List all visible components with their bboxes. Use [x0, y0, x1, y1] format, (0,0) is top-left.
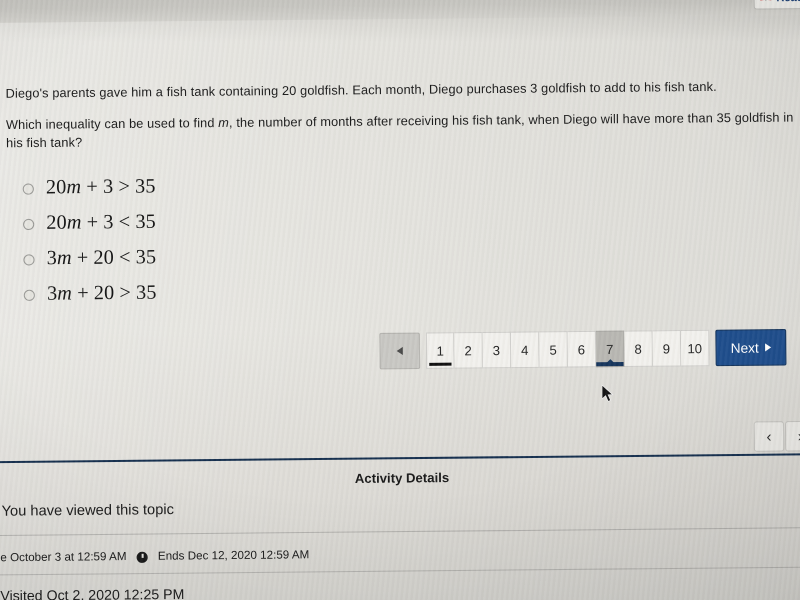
pagination-page-8[interactable]: 8: [624, 330, 653, 368]
top-edge-band: [0, 0, 800, 24]
answer-choice-d[interactable]: 3m + 20 > 35: [23, 273, 449, 312]
answer-choice-c[interactable]: 3m + 20 < 35: [23, 237, 448, 276]
pagination-numbers: 1 2 3 4 5 6 7 8 9 10: [425, 329, 710, 369]
question-paragraph-1: Diego's parents gave him a fish tank con…: [5, 79, 717, 101]
pagination-page-9-label: 9: [662, 340, 671, 357]
pagination-page-2[interactable]: 2: [454, 331, 483, 369]
pagination-page-9[interactable]: 9: [652, 330, 682, 367]
question-block: Diego's parents gave him a fish tank con…: [6, 78, 798, 153]
pagination-page-7-active[interactable]: 7: [595, 330, 625, 368]
reading-button[interactable]: 📖 Readi: [753, 0, 800, 10]
active-page-caret-icon: [605, 359, 614, 364]
pagination-page-10-label: 10: [687, 340, 703, 356]
visited-date-text: Visited Oct 2, 2020 12:25 PM: [0, 585, 185, 600]
answer-choice-b-text: 20m + 3 < 35: [46, 210, 156, 234]
viewed-status-text: You have viewed this topic: [1, 501, 175, 520]
answer-choice-c-text: 3m + 20 < 35: [46, 246, 157, 270]
answer-choice-a-text: 20m + 3 > 35: [45, 175, 156, 199]
radio-button-c[interactable]: [23, 253, 35, 266]
pagination-page-5[interactable]: 5: [539, 331, 568, 368]
radio-button-b[interactable]: [23, 218, 35, 230]
mouse-pointer-icon: [602, 385, 614, 402]
photographed-screen: 📖 Readi Diego's parents gave him a fish …: [0, 0, 800, 600]
pagination: 1 2 3 4 5 6 7 8 9 10 Next: [379, 329, 787, 370]
pagination-page-5-label: 5: [549, 341, 557, 358]
pagination-page-3-label: 3: [492, 342, 501, 358]
pagination-page-7-label: 7: [606, 341, 614, 357]
pagination-page-4[interactable]: 4: [510, 331, 540, 369]
pagination-page-6[interactable]: 6: [567, 330, 597, 368]
triangle-right-icon: [764, 343, 771, 352]
pagination-page-1-label: 1: [436, 342, 444, 359]
pagination-page-2-label: 2: [464, 342, 472, 358]
answer-choice-b[interactable]: 20m + 3 < 35: [23, 202, 448, 241]
question-variable: m: [218, 115, 230, 131]
radio-button-a[interactable]: [22, 182, 34, 195]
pagination-page-4-label: 4: [521, 342, 529, 358]
ends-date-text: Ends Dec 12, 2020 12:59 AM: [157, 549, 310, 563]
triangle-left-icon: [396, 346, 403, 356]
side-nav-next-button[interactable]: ›: [785, 420, 800, 452]
section-divider: [0, 453, 800, 464]
side-navigation: ‹ ›: [753, 420, 800, 452]
side-nav-previous-button[interactable]: ‹: [753, 421, 785, 452]
next-button[interactable]: Next: [715, 329, 787, 367]
due-date-text: ue October 3 at 12:59 AM: [0, 550, 127, 565]
pagination-page-3[interactable]: 3: [482, 331, 512, 369]
pagination-page-10[interactable]: 10: [680, 329, 710, 367]
activity-details-title: Activity Details: [354, 469, 450, 486]
next-button-label: Next: [730, 339, 759, 356]
answer-choices: 20m + 3 > 35 20m + 3 < 35 3m + 20 < 35 3…: [22, 166, 449, 312]
reading-button-label: Readi: [776, 0, 800, 4]
book-icon: 📖: [760, 0, 773, 3]
activity-separator-2: [0, 566, 800, 576]
question-paragraph-2: Which inequality can be used to find m, …: [6, 108, 798, 153]
chevron-left-icon: ‹: [766, 427, 772, 446]
pagination-page-6-label: 6: [577, 341, 586, 357]
question-p2-part1: Which inequality can be used to find: [5, 115, 219, 133]
pagination-page-1[interactable]: 1: [425, 332, 455, 369]
page-content: 📖 Readi Diego's parents gave him a fish …: [0, 0, 800, 600]
answer-choice-d-text: 3m + 20 > 35: [46, 281, 157, 305]
pagination-previous-button[interactable]: [379, 332, 421, 370]
radio-button-d[interactable]: [23, 289, 35, 301]
activity-separator-1: [0, 527, 800, 537]
activity-dates-row: ue October 3 at 12:59 AM Ends Dec 12, 20…: [0, 549, 309, 564]
clock-icon: [136, 551, 148, 563]
answer-choice-a[interactable]: 20m + 3 > 35: [22, 166, 448, 205]
pagination-page-8-label: 8: [634, 341, 642, 357]
